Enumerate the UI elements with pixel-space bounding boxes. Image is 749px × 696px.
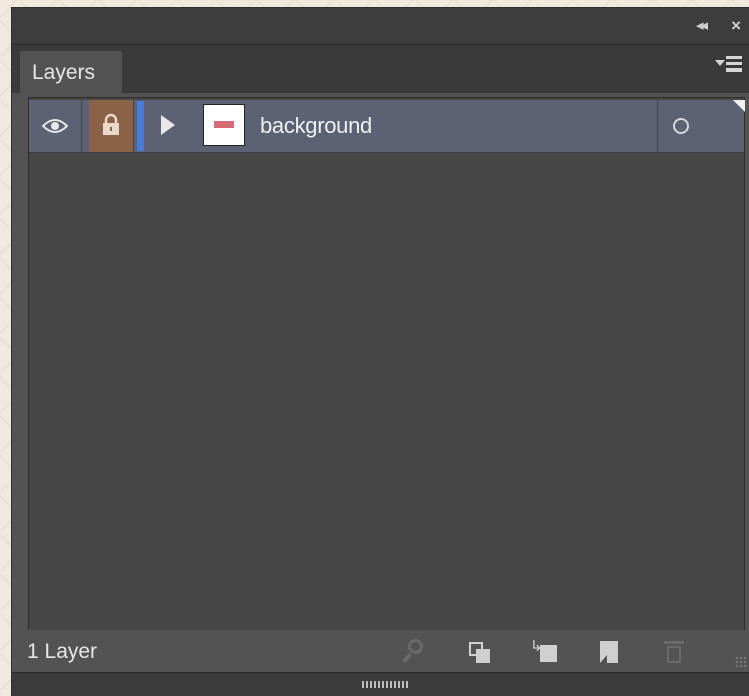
new-layer-fold [600, 655, 607, 663]
layer-count: 1 Layer [27, 640, 98, 663]
sublayer-page-icon [540, 645, 557, 662]
tab-layers[interactable]: Layers [20, 51, 122, 93]
trash-can [667, 646, 681, 663]
panel-tab-row: Layers [12, 45, 749, 93]
expand-triangle-icon[interactable] [161, 115, 175, 135]
lock-icon [103, 113, 119, 135]
locate-object-icon[interactable] [398, 637, 430, 667]
target-column[interactable] [657, 100, 745, 152]
magnifier-handle [402, 652, 412, 664]
close-panel-icon[interactable]: × [731, 16, 741, 36]
layers-list[interactable]: background [28, 97, 745, 631]
target-circle-icon[interactable] [673, 118, 689, 134]
clip-square-filled [476, 649, 490, 663]
lock-toggle[interactable] [89, 100, 134, 152]
panel-footer: 1 Layer ↳ [12, 630, 749, 672]
layer-thumbnail [203, 104, 245, 146]
trash-lid [664, 641, 684, 644]
new-layer-icon[interactable] [593, 637, 625, 667]
menu-triangle-icon [715, 60, 725, 66]
layer-row[interactable]: background [29, 100, 745, 153]
panel-titlebar: ◂◂ × [12, 8, 749, 45]
layer-color-bar [137, 101, 144, 151]
trash-icon[interactable] [658, 637, 690, 667]
resize-gripper-icon[interactable] [735, 656, 747, 668]
panel-bottom-bar [12, 672, 749, 696]
thumbnail-artwork [214, 121, 234, 128]
menu-lines-icon [726, 56, 742, 72]
new-sublayer-icon[interactable]: ↳ [528, 637, 560, 667]
clipping-mask-icon[interactable] [464, 637, 496, 667]
tab-layers-label: Layers [32, 61, 96, 84]
visibility-toggle[interactable] [29, 100, 82, 152]
layers-panel: ◂◂ × Layers background 1 Layer ↳ [12, 8, 749, 696]
collapse-panel-icon[interactable]: ◂◂ [696, 16, 708, 36]
panel-menu-icon[interactable] [715, 53, 743, 77]
layer-name[interactable]: background [260, 113, 372, 139]
magnifier-lens [408, 639, 423, 654]
eye-icon [42, 119, 68, 133]
selection-indicator-icon [733, 100, 745, 112]
panel-resize-handle[interactable] [362, 681, 408, 688]
